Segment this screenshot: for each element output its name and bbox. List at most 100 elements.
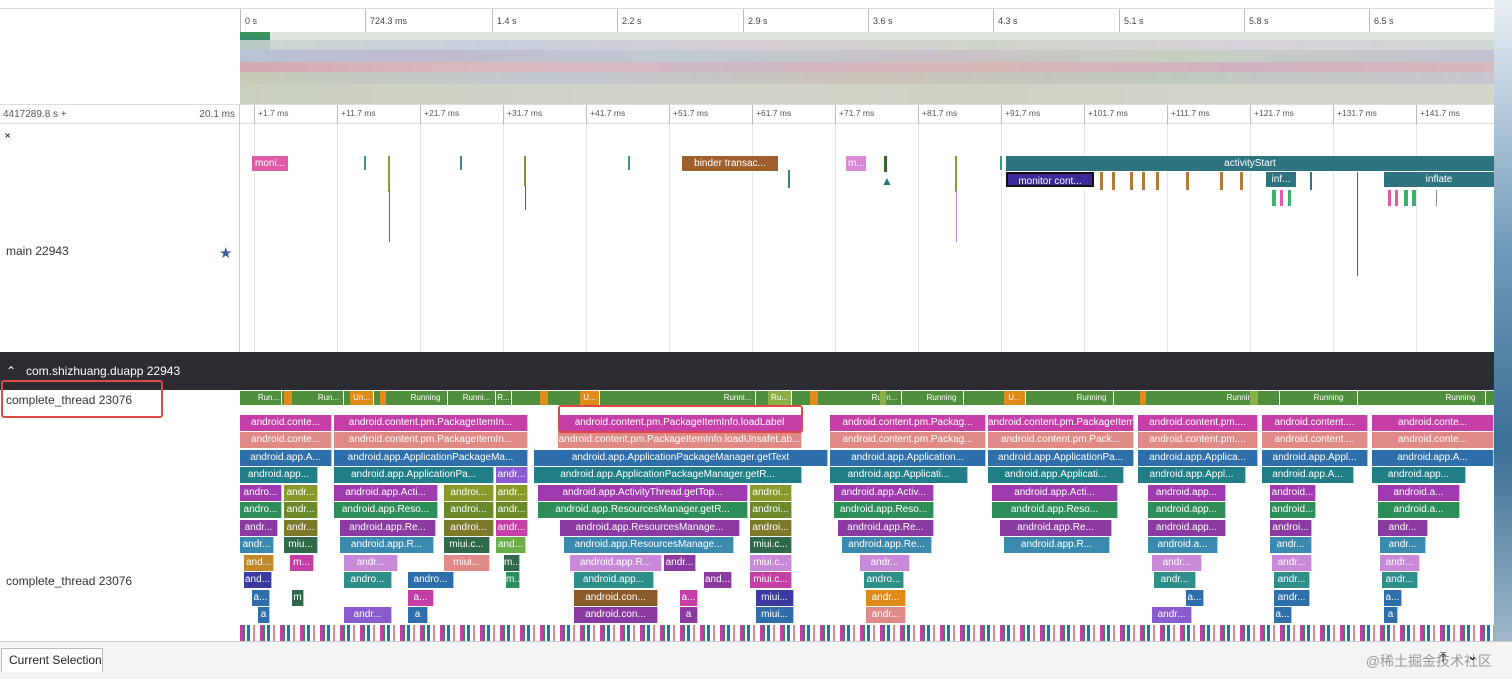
flame-slice[interactable]: a bbox=[1384, 607, 1398, 623]
flame-slice[interactable]: androi... bbox=[444, 520, 494, 536]
flame-slice[interactable]: andr... bbox=[1378, 520, 1428, 536]
flame-slice[interactable]: andr... bbox=[1154, 572, 1196, 588]
flame-slice[interactable]: android.app.ResourcesManage... bbox=[564, 537, 734, 553]
flame-slice[interactable]: andr... bbox=[1382, 572, 1418, 588]
flame-slice[interactable]: andr... bbox=[1272, 555, 1312, 571]
flame-slice[interactable]: andr... bbox=[1274, 590, 1310, 606]
flame-slice[interactable]: andr... bbox=[1152, 555, 1202, 571]
flame-slice[interactable]: miui... bbox=[756, 590, 794, 606]
flame-slice[interactable]: android.app.Acti... bbox=[334, 485, 438, 501]
tab-current-selection[interactable]: Current Selection bbox=[1, 648, 103, 672]
flame-slice[interactable]: android.app.Activ... bbox=[834, 485, 934, 501]
flame-slice[interactable]: androi... bbox=[750, 485, 792, 501]
slice-activity-start[interactable]: activityStart bbox=[1006, 156, 1494, 171]
timeline-header[interactable]: 4417289.8 s + 20.1 ms +1.7 ms +11.7 ms +… bbox=[0, 104, 1494, 125]
flame-slice[interactable]: andro... bbox=[240, 485, 282, 501]
flame-slice[interactable]: and... bbox=[704, 572, 732, 588]
flame-slice[interactable]: android.content.pm.PackageItemIn... bbox=[988, 415, 1134, 431]
flame-slice[interactable]: android.app.ActivityThread.getTop... bbox=[538, 485, 748, 501]
flame-slice[interactable]: a bbox=[680, 607, 698, 623]
state-running[interactable]: Running bbox=[1436, 391, 1486, 405]
flame-slice[interactable]: android.app.ApplicationPackageManager.ge… bbox=[534, 467, 802, 483]
flame-slice[interactable]: android.app.Applica... bbox=[1138, 450, 1258, 466]
state-running[interactable]: Run... bbox=[256, 391, 282, 405]
flame-slice[interactable]: android.a... bbox=[1148, 537, 1218, 553]
flame-slice[interactable]: android.content.pm.PackageItemInfo.loadU… bbox=[558, 432, 802, 448]
flame-slice[interactable]: miui.c... bbox=[444, 537, 490, 553]
flame-slice[interactable]: android.app.ApplicationPackageManager.ge… bbox=[534, 450, 828, 466]
flame-slice[interactable]: a bbox=[408, 607, 428, 623]
flame-slice[interactable]: android.con... bbox=[574, 607, 658, 623]
flame-slice[interactable]: android.content.pm.PackageItemIn... bbox=[334, 415, 528, 431]
flame-slice[interactable]: andr... bbox=[866, 607, 906, 623]
flame-slice[interactable]: andr... bbox=[496, 502, 528, 518]
slice-monitor-contention[interactable]: monitor cont... bbox=[1006, 172, 1094, 187]
expand-collapse-button[interactable]: ⌄ ⌃ bbox=[3, 128, 17, 148]
flame-slice[interactable]: andr... bbox=[496, 520, 528, 536]
thread-state-track[interactable]: Run... Run... Un... Running Runni... R..… bbox=[240, 391, 1494, 405]
slice-inflate[interactable]: inflate bbox=[1384, 172, 1494, 187]
state-uninterruptible[interactable]: U... bbox=[1004, 391, 1026, 405]
star-icon[interactable]: ★ bbox=[219, 244, 232, 262]
flame-slice[interactable]: android.app.Reso... bbox=[334, 502, 438, 518]
flame-slice[interactable]: android.app.R... bbox=[1004, 537, 1110, 553]
slice-inflate-short[interactable]: inf... bbox=[1266, 172, 1296, 187]
flame-slice[interactable]: androi... bbox=[750, 520, 792, 536]
flame-slice[interactable]: andr... bbox=[284, 485, 318, 501]
flame-slice[interactable]: a... bbox=[408, 590, 434, 606]
flame-slice[interactable]: android.app... bbox=[1148, 502, 1226, 518]
flame-slice[interactable]: andr... bbox=[284, 502, 318, 518]
state-running[interactable]: Run... bbox=[314, 391, 344, 405]
flame-slice[interactable]: android.app.A... bbox=[240, 450, 332, 466]
flame-slice[interactable]: a... bbox=[680, 590, 698, 606]
flame-slice[interactable]: m bbox=[292, 590, 304, 606]
flame-slice[interactable]: android.app.Re... bbox=[340, 520, 436, 536]
flame-slice[interactable]: andro... bbox=[240, 502, 282, 518]
state-uninterruptible[interactable]: U... bbox=[580, 391, 600, 405]
state-running[interactable]: Running bbox=[1204, 391, 1280, 405]
flame-slice[interactable]: android.app.ResourcesManager.getR... bbox=[538, 502, 748, 518]
flame-slice[interactable]: android.app.ResourcesManage... bbox=[560, 520, 740, 536]
state-running[interactable]: Runni... bbox=[458, 391, 496, 405]
flame-slice[interactable]: m... bbox=[506, 572, 520, 588]
flame-slice[interactable]: androi... bbox=[750, 502, 792, 518]
flame-slice[interactable]: andro... bbox=[408, 572, 454, 588]
flame-slice[interactable]: androi... bbox=[444, 485, 494, 501]
flame-slice[interactable]: android... bbox=[1270, 485, 1316, 501]
flame-slice[interactable]: and... bbox=[244, 555, 274, 571]
state-running[interactable]: Running bbox=[1300, 391, 1358, 405]
flame-slice[interactable]: android.con... bbox=[574, 590, 658, 606]
flame-slice[interactable]: m... bbox=[504, 555, 520, 571]
flame-slice[interactable]: miui... bbox=[756, 607, 794, 623]
flame-slice[interactable]: android.content.pm.PackageItemIn... bbox=[334, 432, 528, 448]
flame-slice[interactable]: andr... bbox=[496, 485, 528, 501]
flame-slice[interactable]: andr... bbox=[496, 467, 528, 483]
flame-slice[interactable]: andr... bbox=[240, 520, 278, 536]
flame-slice[interactable]: a... bbox=[1384, 590, 1402, 606]
arrow-up-bar-icon[interactable]: ⤒ bbox=[1440, 649, 1446, 666]
flame-slice[interactable]: android.app... bbox=[240, 467, 318, 483]
flame-slice[interactable]: android.content.pm.Packag... bbox=[830, 432, 986, 448]
flame-slice[interactable]: android.conte... bbox=[240, 432, 332, 448]
flame-slice[interactable]: andr... bbox=[240, 537, 274, 553]
flame-slice[interactable]: andr... bbox=[1270, 537, 1312, 553]
flame-slice[interactable]: androi... bbox=[1270, 520, 1312, 536]
flame-slice[interactable]: android.app.R... bbox=[340, 537, 434, 553]
flame-slice[interactable]: android.app.Re... bbox=[1000, 520, 1112, 536]
state-uninterruptible[interactable]: Un... bbox=[350, 391, 374, 405]
flame-slice[interactable]: m... bbox=[290, 555, 314, 571]
flame-slice[interactable]: android.content.pm.... bbox=[1138, 415, 1258, 431]
flame-slice[interactable]: miui.c... bbox=[750, 537, 792, 553]
flame-slice[interactable]: android.app.Applicati... bbox=[988, 467, 1124, 483]
flame-slice[interactable]: andr... bbox=[664, 555, 696, 571]
flame-slice[interactable]: android.app.ApplicationPackageMa... bbox=[334, 450, 528, 466]
flame-slice[interactable]: android.app.Appl... bbox=[1262, 450, 1368, 466]
flame-slice[interactable]: miu... bbox=[284, 537, 318, 553]
flame-slice[interactable]: android.content.... bbox=[1262, 432, 1368, 448]
flame-slice[interactable]: and... bbox=[244, 572, 272, 588]
overview-axis[interactable]: 0 s 724.3 ms 1.4 s 2.2 s 2.9 s 3.6 s 4.3… bbox=[0, 8, 1494, 33]
flame-slice[interactable]: android.content.pm.Pack... bbox=[988, 432, 1134, 448]
flame-slice[interactable]: android.conte... bbox=[1372, 415, 1494, 431]
flame-slice[interactable]: andr... bbox=[344, 607, 392, 623]
flame-slice[interactable]: android.app... bbox=[1148, 520, 1226, 536]
